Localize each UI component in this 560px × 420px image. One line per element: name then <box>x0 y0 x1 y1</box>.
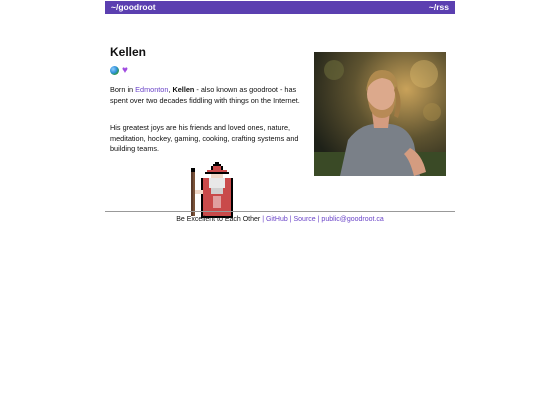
top-nav-bar: ~/goodroot ~/rss <box>105 1 455 14</box>
bio-prefix: Born in <box>110 85 136 94</box>
footer-separator: | <box>317 216 320 223</box>
globe-icon <box>110 66 119 75</box>
footer-motto: Be Excellent to Each Other <box>176 216 261 223</box>
github-link[interactable]: GitHub <box>266 216 288 223</box>
email-link[interactable]: public@goodroot.ca <box>321 216 383 223</box>
profile-name: Kellen <box>110 45 147 59</box>
profile-section: Kellen ♥ Born in Edmonton, Kellen - also… <box>105 14 455 218</box>
bio-paragraph-2: His greatest joys are his friends and lo… <box>110 123 299 153</box>
edmonton-link[interactable]: Edmonton <box>135 85 168 94</box>
rss-link[interactable]: ~/rss <box>429 1 449 14</box>
profile-photo <box>314 52 446 176</box>
profile-photo-art <box>314 52 446 176</box>
source-link[interactable]: Source <box>294 216 316 223</box>
bio-name-bold: Kellen <box>172 85 195 94</box>
footer: Be Excellent to Each Other | GitHub | So… <box>105 216 455 223</box>
home-link[interactable]: ~/goodroot <box>111 1 156 14</box>
footer-separator: | <box>289 216 292 223</box>
page-wrapper: ~/goodroot ~/rss Kellen ♥ Born in Edmont… <box>105 0 455 223</box>
footer-divider <box>105 211 455 212</box>
emoji-row: ♥ <box>110 65 128 76</box>
purple-heart-icon: ♥ <box>122 65 128 76</box>
footer-separator: | <box>262 216 265 223</box>
bio-paragraph-1: Born in Edmonton, Kellen - also known as… <box>110 85 308 106</box>
